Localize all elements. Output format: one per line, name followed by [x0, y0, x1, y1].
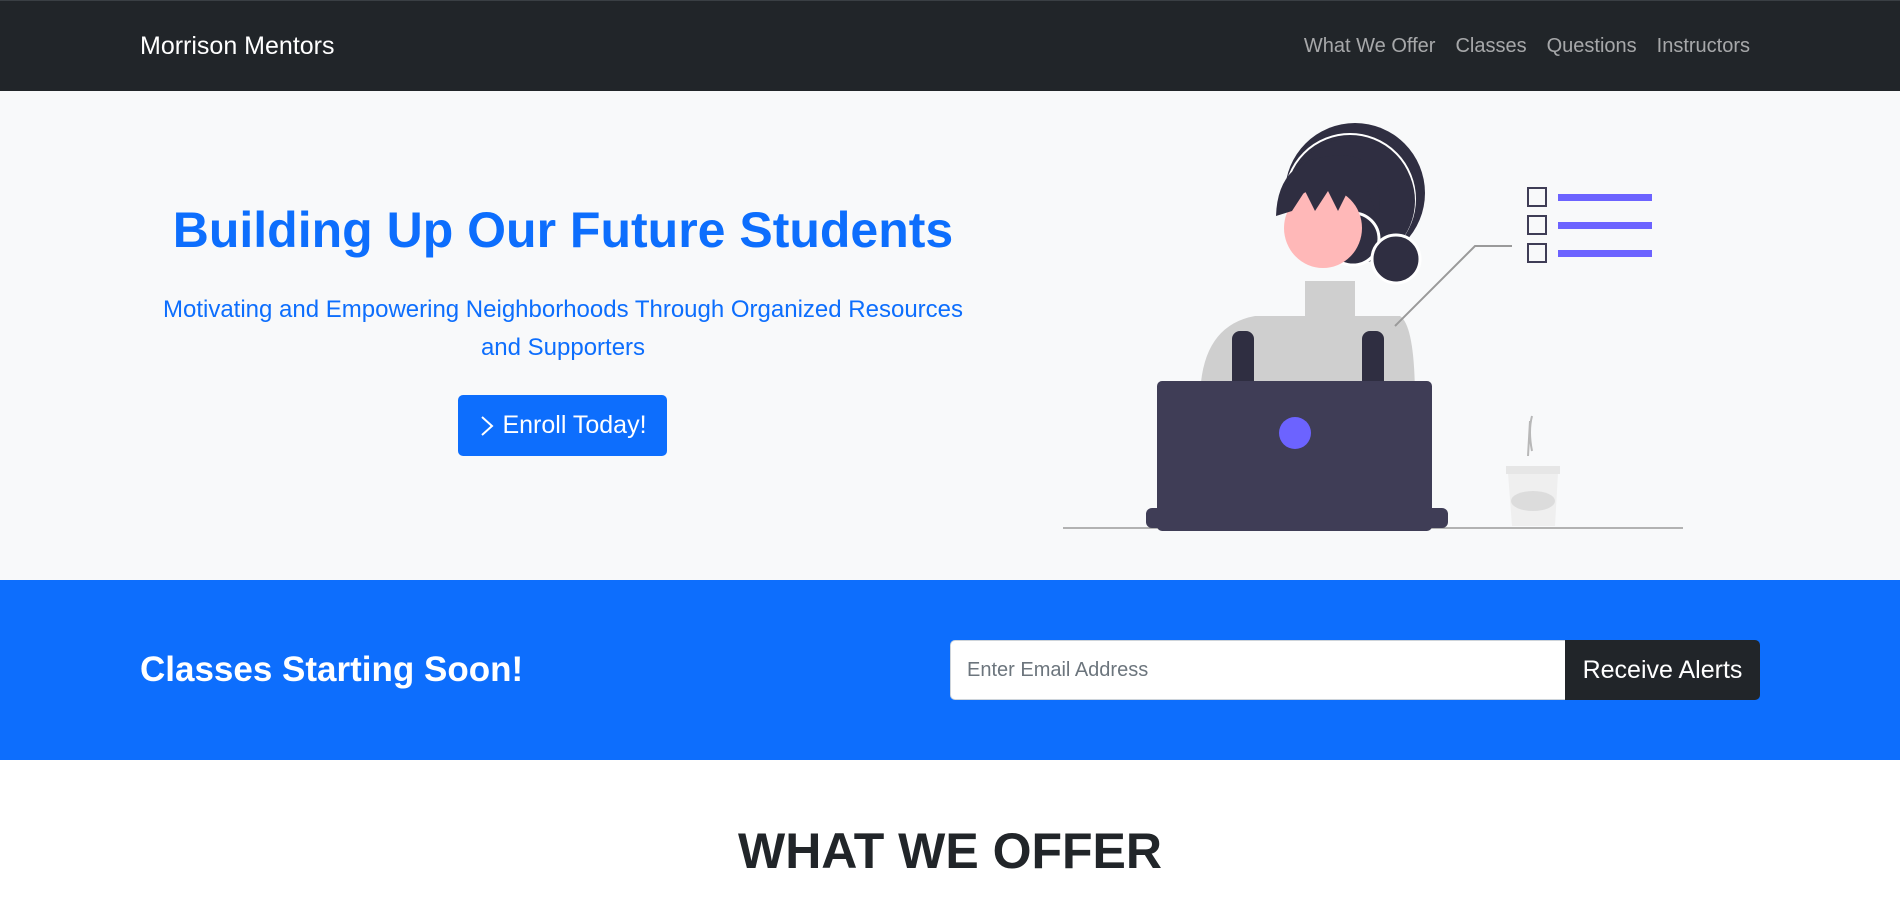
enroll-button-label: Enroll Today!	[502, 411, 647, 439]
hero-subtitle: Motivating and Empowering Neighborhoods …	[162, 296, 963, 361]
receive-alerts-button[interactable]: Receive Alerts	[1565, 640, 1760, 700]
what-we-offer-section: WHAT WE OFFER	[0, 760, 1900, 903]
navbar: Morrison Mentors What We Offer Classes Q…	[0, 0, 1900, 91]
email-field[interactable]	[950, 640, 1565, 700]
nav-link-instructors[interactable]: Instructors	[1657, 35, 1750, 58]
hero-title: Building Up Our Future Students	[172, 202, 954, 258]
newsletter-section: Classes Starting Soon! Receive Alerts	[0, 580, 1900, 760]
newsletter-title: Classes Starting Soon!	[140, 650, 524, 689]
hero-section: Building Up Our Future Students Motivati…	[0, 91, 1900, 580]
enroll-button[interactable]: Enroll Today!	[458, 395, 667, 456]
chevron-right-icon	[481, 415, 494, 436]
navbar-brand[interactable]: Morrison Mentors	[140, 32, 335, 61]
nav-link-classes[interactable]: Classes	[1455, 35, 1526, 58]
offer-title: WHAT WE OFFER	[738, 823, 1162, 879]
nav-links: What We Offer Classes Questions Instruct…	[1304, 35, 1750, 58]
nav-link-questions[interactable]: Questions	[1547, 35, 1637, 58]
woman-at-laptop-illustration	[1063, 123, 1683, 531]
nav-link-what-we-offer[interactable]: What We Offer	[1304, 35, 1436, 58]
